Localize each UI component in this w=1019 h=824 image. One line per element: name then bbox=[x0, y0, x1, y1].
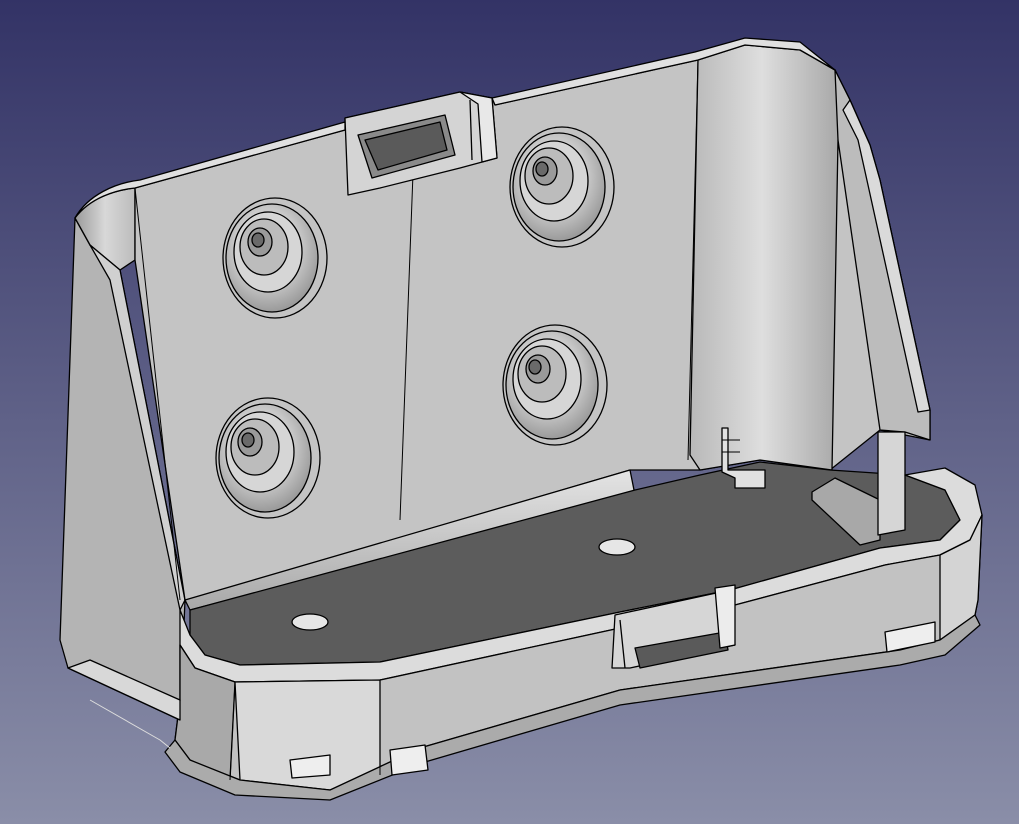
mount-hole-top-left bbox=[222, 197, 328, 319]
mount-hole-bottom-right bbox=[502, 324, 608, 446]
tray-hole-right bbox=[598, 538, 636, 556]
tray-hole-left bbox=[291, 613, 329, 631]
right-post bbox=[877, 431, 906, 536]
3d-viewport[interactable] bbox=[0, 0, 1019, 824]
cad-model-view[interactable] bbox=[0, 0, 1019, 824]
back-wall-right-curve bbox=[689, 44, 851, 471]
mount-hole-bottom-left bbox=[215, 397, 321, 519]
mount-hole-top-right bbox=[509, 126, 615, 248]
foot-notch-center bbox=[389, 744, 429, 776]
